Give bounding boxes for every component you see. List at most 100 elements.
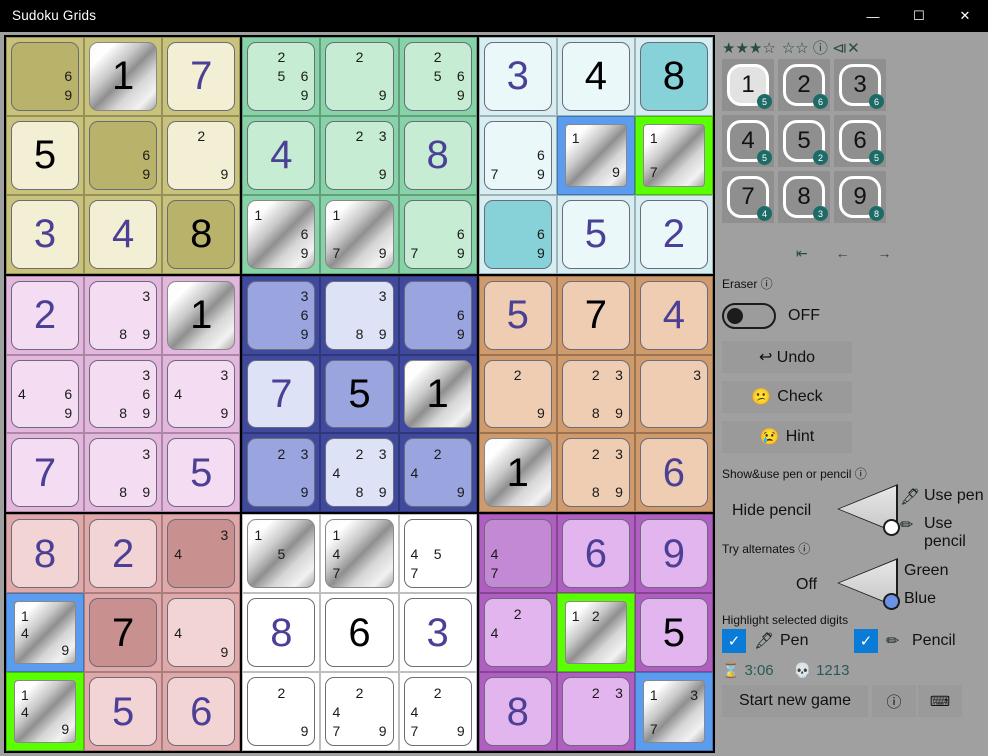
sudoku-cell-r2c5[interactable]: 23 9 (320, 115, 399, 195)
numpad-button-5[interactable]: 52 (778, 115, 830, 167)
sudoku-cell-r5c3[interactable]: 3 4 9 (162, 354, 241, 434)
sudoku-cell-r4c7[interactable]: 5 (478, 275, 557, 355)
sudoku-cell-r4c4[interactable]: 3 6 9 (242, 275, 321, 355)
mute-icon[interactable]: ⧏✕ (832, 40, 860, 57)
sudoku-cell-r8c1[interactable]: 14 9 (6, 593, 85, 673)
start-new-game-button[interactable]: Start new game (722, 685, 868, 717)
sudoku-cell-r6c9[interactable]: 6 (634, 433, 713, 513)
sudoku-cell-r7c4[interactable]: 15 (242, 514, 321, 594)
use-pen-label[interactable]: Use pen (924, 487, 984, 505)
alt-slider-knob[interactable] (883, 593, 900, 610)
sudoku-cell-r1c5[interactable]: 29 (320, 37, 399, 116)
highlight-pencil-checkbox[interactable]: ✓ (854, 629, 878, 653)
sudoku-cell-r9c2[interactable]: 5 (84, 672, 163, 751)
sudoku-cell-r7c5[interactable]: 1 4 7 (320, 514, 399, 594)
maximize-button[interactable]: ☐ (896, 0, 942, 32)
keyboard-button[interactable]: ⌨ (918, 685, 962, 717)
info-button[interactable]: ⓘ (872, 685, 916, 717)
rating-info-icon[interactable]: ⓘ (813, 40, 828, 57)
sudoku-cell-r4c9[interactable]: 4 (634, 275, 713, 355)
sudoku-cell-r1c4[interactable]: 2 56 9 (242, 37, 321, 116)
sudoku-cell-r7c8[interactable]: 6 (556, 514, 635, 594)
minimize-button[interactable]: — (850, 0, 896, 32)
eraser-toggle[interactable] (722, 303, 776, 329)
sudoku-cell-r9c8[interactable]: 23 (556, 672, 635, 751)
sudoku-cell-r6c3[interactable]: 5 (162, 433, 241, 513)
sudoku-cell-r1c9[interactable]: 8 (634, 37, 713, 116)
sudoku-cell-r7c6[interactable]: 457 (398, 514, 477, 594)
sudoku-cell-r5c9[interactable]: 3 (634, 354, 713, 434)
highlight-pen-checkbox[interactable]: ✓ (722, 629, 746, 653)
sudoku-cell-r5c7[interactable]: 29 (478, 354, 557, 434)
sudoku-cell-r8c2[interactable]: 7 (84, 593, 163, 673)
sudoku-cell-r3c7[interactable]: 69 (478, 194, 557, 274)
sudoku-cell-r1c8[interactable]: 4 (556, 37, 635, 116)
sudoku-cell-r3c5[interactable]: 1 7 9 (320, 194, 399, 274)
sudoku-cell-r2c4[interactable]: 4 (242, 115, 321, 195)
sudoku-cell-r7c2[interactable]: 2 (84, 514, 163, 594)
sudoku-cell-r2c6[interactable]: 8 (398, 115, 477, 195)
sudoku-cell-r8c7[interactable]: 24 (478, 593, 557, 673)
sudoku-cell-r8c4[interactable]: 8 (242, 593, 321, 673)
sudoku-cell-r2c8[interactable]: 19 (556, 115, 635, 195)
sudoku-cell-r9c6[interactable]: 24 7 9 (398, 672, 477, 751)
sudoku-cell-r9c7[interactable]: 8 (478, 672, 557, 751)
sudoku-cell-r2c1[interactable]: 5 (6, 115, 85, 195)
sudoku-cell-r2c3[interactable]: 29 (162, 115, 241, 195)
number-pad[interactable]: 152636455265748398 (722, 59, 886, 223)
sudoku-cell-r7c1[interactable]: 8 (6, 514, 85, 594)
sudoku-cell-r3c2[interactable]: 4 (84, 194, 163, 274)
hint-button[interactable]: 😢 Hint (722, 421, 852, 453)
sudoku-cell-r4c8[interactable]: 7 (556, 275, 635, 355)
alternates-slider[interactable] (836, 557, 900, 610)
sudoku-cell-r3c1[interactable]: 3 (6, 194, 85, 274)
sudoku-cell-r4c5[interactable]: 3 89 (320, 275, 399, 355)
numpad-button-3[interactable]: 36 (834, 59, 886, 111)
alt-blue-label[interactable]: Blue (904, 590, 936, 608)
sudoku-cell-r8c5[interactable]: 6 (320, 593, 399, 673)
sudoku-cell-r1c1[interactable]: 69 (6, 37, 85, 116)
sudoku-cell-r3c4[interactable]: 1 6 9 (242, 194, 321, 274)
numpad-button-7[interactable]: 74 (722, 171, 774, 223)
sudoku-cell-r4c2[interactable]: 3 89 (84, 275, 163, 355)
sudoku-cell-r6c4[interactable]: 23 9 (242, 433, 321, 513)
numpad-button-4[interactable]: 45 (722, 115, 774, 167)
sudoku-board[interactable]: 6917569293482569292569423981691796793486… (4, 35, 715, 753)
sudoku-cell-r5c1[interactable]: 4 6 9 (6, 354, 85, 434)
numpad-button-6[interactable]: 65 (834, 115, 886, 167)
sudoku-cell-r6c2[interactable]: 3 89 (84, 433, 163, 513)
sudoku-cell-r3c3[interactable]: 8 (162, 194, 241, 274)
sudoku-cell-r1c2[interactable]: 1 (84, 37, 163, 116)
sudoku-cell-r9c4[interactable]: 29 (242, 672, 321, 751)
numpad-button-2[interactable]: 26 (778, 59, 830, 111)
check-button[interactable]: 😕 Check (722, 381, 852, 413)
sudoku-cell-r7c9[interactable]: 9 (634, 514, 713, 594)
sudoku-cell-r3c9[interactable]: 2 (634, 194, 713, 274)
sudoku-cell-r8c8[interactable]: 12 (556, 593, 635, 673)
sudoku-cell-r9c9[interactable]: 1 3 7 (634, 672, 713, 751)
sudoku-cell-r1c3[interactable]: 7 (162, 37, 241, 116)
sudoku-cell-r2c9[interactable]: 17 (634, 115, 713, 195)
sudoku-cell-r4c3[interactable]: 1 (162, 275, 241, 355)
sudoku-cell-r8c9[interactable]: 5 (634, 593, 713, 673)
numpad-button-8[interactable]: 83 (778, 171, 830, 223)
sudoku-cell-r7c3[interactable]: 34 (162, 514, 241, 594)
sudoku-cell-r7c7[interactable]: 47 (478, 514, 557, 594)
sudoku-cell-r9c1[interactable]: 14 9 (6, 672, 85, 751)
sudoku-cell-r1c6[interactable]: 2 56 9 (398, 37, 477, 116)
sudoku-cell-r6c6[interactable]: 24 9 (398, 433, 477, 513)
sudoku-cell-r1c7[interactable]: 3 (478, 37, 557, 116)
navigation-arrows[interactable]: ⇤ ← → (796, 245, 904, 262)
sudoku-cell-r5c8[interactable]: 23 89 (556, 354, 635, 434)
close-button[interactable]: ✕ (942, 0, 988, 32)
slider-knob[interactable] (883, 519, 900, 536)
numpad-button-9[interactable]: 98 (834, 171, 886, 223)
sudoku-cell-r5c6[interactable]: 1 (398, 354, 477, 434)
undo-button[interactable]: ↩ Undo (722, 341, 852, 373)
sudoku-cell-r4c6[interactable]: 69 (398, 275, 477, 355)
sudoku-cell-r6c5[interactable]: 23 489 (320, 433, 399, 513)
sudoku-cell-r6c8[interactable]: 23 89 (556, 433, 635, 513)
sudoku-cell-r9c5[interactable]: 24 7 9 (320, 672, 399, 751)
sudoku-cell-r4c1[interactable]: 2 (6, 275, 85, 355)
sudoku-cell-r3c6[interactable]: 6 7 9 (398, 194, 477, 274)
